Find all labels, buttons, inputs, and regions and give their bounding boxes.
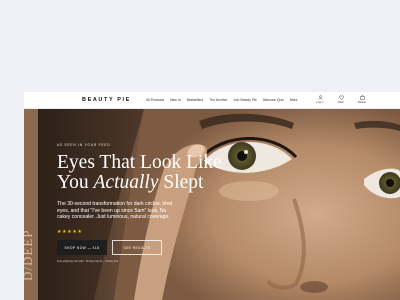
headline-line-1: Eyes That Look Like: [57, 152, 222, 173]
heart-icon: [338, 95, 344, 100]
shop-now-button[interactable]: SHOP NOW — £18: [57, 240, 107, 255]
basket-label: Basket: [358, 101, 366, 104]
top-nav: BEAUTY PIE All Products New In Bestselle…: [24, 92, 400, 109]
account-icon: [318, 95, 322, 100]
nav-link-the-archive[interactable]: The Archive: [209, 98, 227, 102]
basket-button[interactable]: Basket: [356, 95, 368, 104]
account-label: Log in: [316, 101, 324, 104]
headline-line-2-em: Actually: [93, 172, 159, 193]
headline-line-2-post: Slept: [158, 172, 204, 193]
nav-link-more[interactable]: More: [290, 98, 298, 102]
vertical-shade-text: D/DEEP: [24, 229, 35, 282]
brand-logo[interactable]: BEAUTY PIE: [82, 97, 131, 103]
nav-link-all-products[interactable]: All Products: [146, 98, 164, 102]
hero-headline: Eyes That Look Like You Actually Slept: [57, 153, 247, 193]
nav-link-join[interactable]: Join Beauty Pie: [233, 98, 257, 102]
browser-frame: BEAUTY PIE All Products New In Bestselle…: [24, 92, 400, 300]
star-rating: ★★★★★: [57, 229, 83, 235]
nav-link-new-in[interactable]: New In: [170, 98, 181, 102]
hero-banner: D/DEEP AS SEEN IN YOUR FEED Eyes That Lo…: [24, 109, 400, 300]
headline-line-2-pre: You: [57, 172, 94, 193]
nav-links: All Products New In Bestsellers The Arch…: [146, 98, 298, 102]
bag-icon: [360, 95, 364, 100]
nav-link-skincare-quiz[interactable]: Skincare Quiz: [263, 98, 284, 102]
nav-link-bestsellers[interactable]: Bestsellers: [187, 98, 204, 102]
hero-subtext: The 30-second transformation for dark ci…: [57, 201, 173, 221]
hero-eyebrow: AS SEEN IN YOUR FEED: [57, 143, 111, 147]
hero-footnote: Free shipping over £30 · 60-day returns …: [57, 260, 119, 263]
account-button[interactable]: Log in: [314, 95, 326, 104]
wishlist-label: Wish: [338, 101, 344, 104]
see-results-button[interactable]: SEE RESULTS: [112, 240, 162, 255]
wishlist-button[interactable]: Wish: [335, 95, 347, 104]
nav-icons: Log in Wish Basket: [314, 95, 368, 104]
